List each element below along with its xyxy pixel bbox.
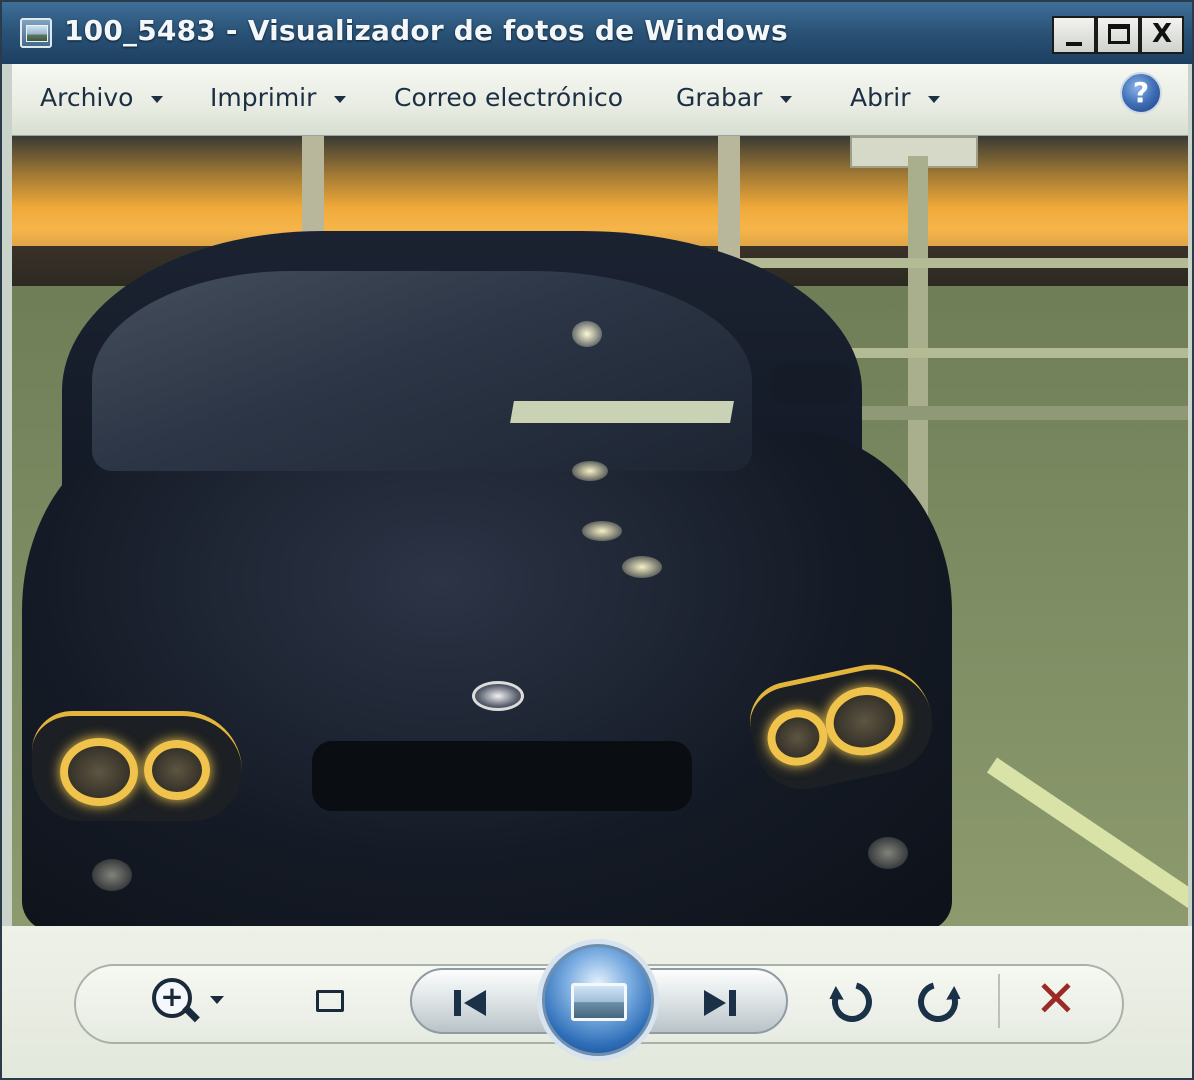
chevron-down-icon [928, 95, 941, 103]
minimize-icon [1066, 42, 1082, 46]
light-glare [622, 556, 662, 578]
title-bar[interactable]: 100_5483 - Visualizador de fotos de Wind… [2, 2, 1192, 64]
previous-button[interactable] [454, 988, 494, 1018]
minimize-button[interactable] [1052, 16, 1096, 54]
menu-imprimir[interactable]: Imprimir [210, 80, 347, 120]
car-fog-light [92, 859, 132, 891]
menu-grabar[interactable]: Grabar [676, 80, 793, 120]
delete-icon[interactable]: ✕ [1032, 974, 1080, 1024]
slideshow-button[interactable] [542, 944, 654, 1056]
angel-eye-ring [144, 740, 210, 800]
maximize-button[interactable] [1096, 16, 1140, 54]
menu-grabar-label: Grabar [676, 83, 763, 112]
zoom-handle [182, 1004, 200, 1023]
slideshow-icon [571, 983, 627, 1021]
car-headlight-left [32, 711, 242, 821]
fit-to-window-icon[interactable] [316, 990, 344, 1012]
toolbar-divider [998, 974, 1000, 1028]
angel-eye-ring [762, 703, 833, 772]
chevron-down-icon[interactable] [210, 996, 224, 1004]
light-glare [582, 521, 622, 541]
angel-eye-ring [60, 738, 138, 806]
previous-icon [454, 990, 461, 1016]
photo-viewer-app-icon [20, 18, 52, 48]
car-dashboard-card [510, 401, 734, 423]
window-title: 100_5483 - Visualizador de fotos de Wind… [64, 14, 788, 47]
previous-arrow [464, 990, 486, 1016]
menu-archivo-label: Archivo [40, 83, 134, 112]
chevron-down-icon [780, 95, 793, 103]
next-button[interactable] [702, 988, 742, 1018]
zoom-button[interactable]: + [152, 978, 202, 1028]
car-photo [12, 231, 972, 926]
car-fog-light [868, 837, 908, 869]
menu-correo-label: Correo electrónico [394, 83, 624, 112]
close-icon: X [1151, 19, 1173, 49]
car-logo [472, 681, 524, 711]
photo-display [12, 136, 1188, 926]
car-windshield [92, 271, 752, 471]
menu-correo-electronico[interactable]: Correo electrónico [394, 80, 623, 120]
photo-viewer-window: 100_5483 - Visualizador de fotos de Wind… [0, 0, 1194, 1080]
menu-bar: Archivo Imprimir Correo electrónico Grab… [12, 64, 1188, 136]
menu-abrir[interactable]: Abrir [850, 80, 941, 120]
light-glare [572, 461, 608, 481]
next-bar [729, 990, 736, 1016]
next-icon [704, 990, 726, 1016]
car-mirror [772, 361, 852, 405]
chevron-down-icon [334, 95, 347, 103]
car-grille [312, 741, 692, 811]
maximize-icon [1108, 24, 1130, 44]
chevron-down-icon [151, 95, 164, 103]
menu-archivo[interactable]: Archivo [40, 80, 164, 120]
help-icon[interactable]: ? [1120, 72, 1162, 114]
close-button[interactable]: X [1140, 16, 1184, 54]
light-glare [572, 321, 602, 347]
menu-abrir-label: Abrir [850, 83, 911, 112]
menu-imprimir-label: Imprimir [210, 83, 317, 112]
angel-eye-ring [819, 679, 910, 763]
